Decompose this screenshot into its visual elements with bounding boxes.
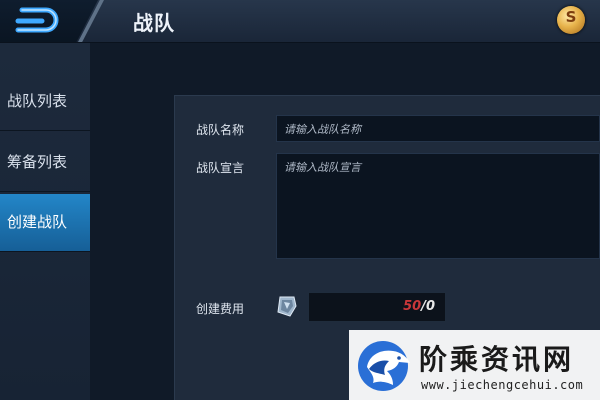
team-name-label: 战队名称 [196,123,245,137]
sidebar-item-create-team[interactable]: 创建战队 [0,194,90,252]
cost-total: /0 [421,299,435,314]
team-name-input[interactable]: 请输入战队名称 [276,115,600,142]
sidebar-item-prep-list[interactable]: 筹备列表 [0,134,90,192]
sidebar-item-label: 筹备列表 [7,153,68,171]
page-title: 战队 [133,11,175,35]
sidebar: 战队列表 筹备列表 创建战队 [0,43,90,400]
top-bar: 战队 S [0,0,600,43]
creation-cost-display: 50/0 [308,292,446,322]
creation-cost-label: 创建费用 [196,302,245,316]
team-declaration-placeholder: 请输入战队宣言 [284,161,361,174]
watermark-url: www.jiechengcehui.com [421,378,584,392]
gold-coin-icon[interactable]: S [557,6,585,34]
watermark: 阶乘资讯网 www.jiechengcehui.com [349,330,600,400]
create-team-screen: 战队 S 战队列表 筹备列表 创建战队 战队名称 请输入战队名称 战队宣言 请输… [0,0,600,400]
sidebar-item-team-list[interactable]: 战队列表 [0,73,90,131]
eagle-logo-icon [358,341,410,391]
sidebar-item-label: 战队列表 [7,92,68,110]
team-declaration-label: 战队宣言 [196,161,245,175]
watermark-name: 阶乘资讯网 [419,343,575,376]
coin-glyph: S [565,8,577,26]
team-name-placeholder: 请输入战队名称 [284,123,361,136]
cost-value: 50/0 [403,299,435,314]
sidebar-item-label: 创建战队 [7,213,68,231]
team-declaration-input[interactable]: 请输入战队宣言 [276,153,600,259]
cost-current: 50 [403,299,422,314]
back-arrow-icon[interactable] [12,6,60,36]
diamond-voucher-icon [277,296,297,317]
